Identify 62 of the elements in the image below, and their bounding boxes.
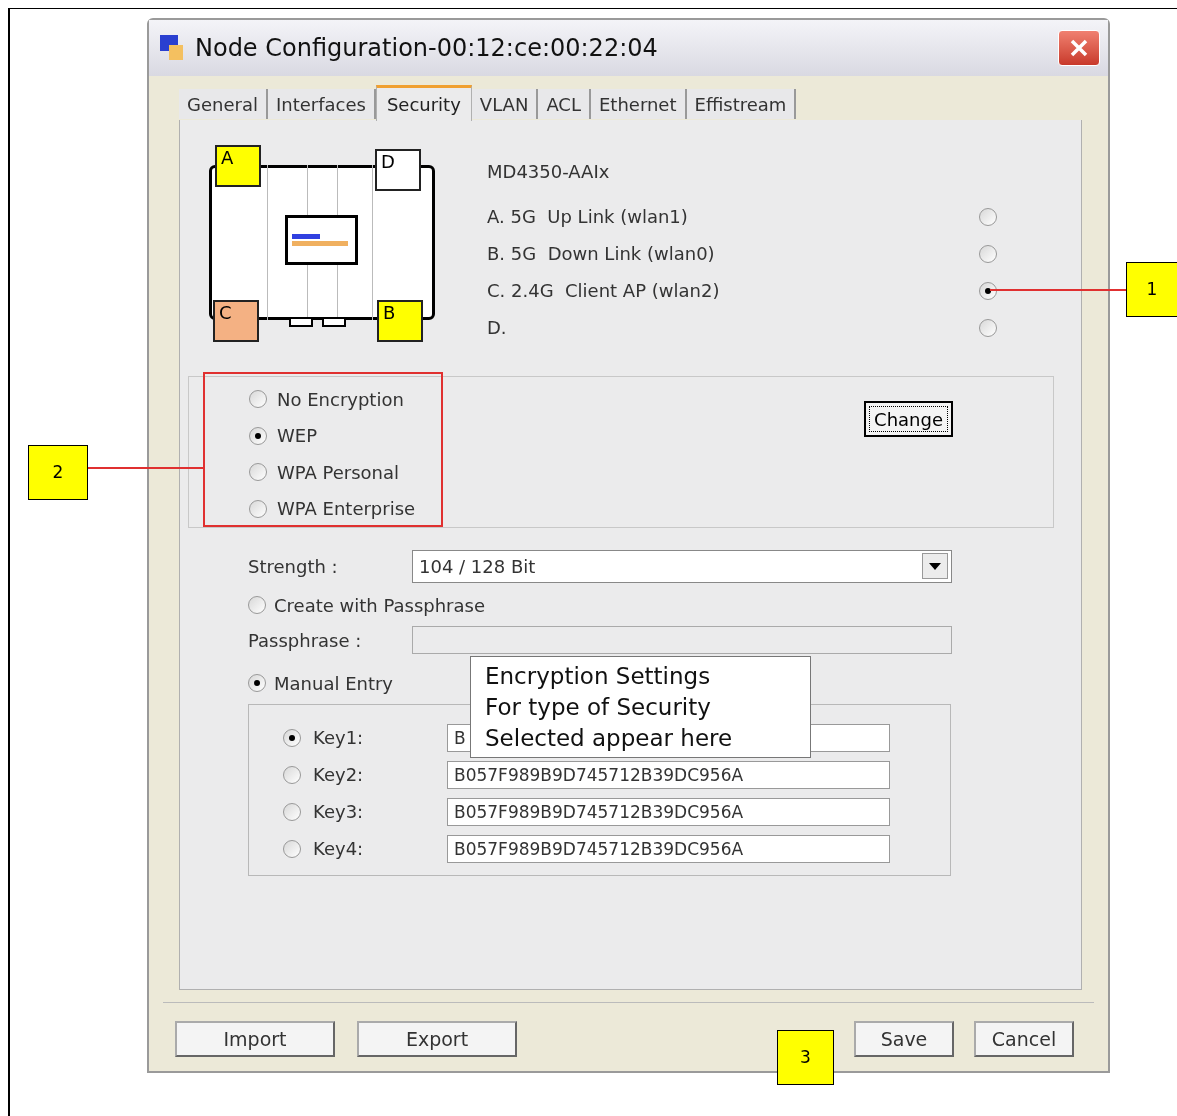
radio-button[interactable]: [283, 728, 301, 747]
key-label: Key3:: [313, 800, 365, 824]
tab[interactable]: Ethernet: [590, 89, 687, 119]
key-field[interactable]: B057F989B9D745712B39DC956A: [447, 760, 890, 789]
key-field[interactable]: B057F989B9D745712B39DC956A: [447, 797, 890, 826]
interface-label: A. 5G Up Link (wlan1): [487, 205, 689, 229]
passphrase-field[interactable]: [412, 626, 952, 654]
passphrase-label: Passphrase :: [248, 628, 363, 653]
close-icon: [1069, 38, 1089, 58]
note-text: Encryption Settings: [485, 661, 712, 691]
radio-button[interactable]: [249, 390, 267, 409]
option-label: Manual Entry: [274, 671, 394, 696]
dialog-button[interactable]: Export: [357, 1021, 517, 1057]
port-label: C: [213, 300, 259, 342]
tab[interactable]: General: [179, 89, 268, 119]
window-title: Node Configuration-00:12:ce:00:22:04: [195, 33, 658, 64]
option-label: No Encryption: [277, 387, 404, 412]
callout-label: 1: [1126, 262, 1177, 317]
close-button[interactable]: [1058, 30, 1100, 66]
key-label: Key4:: [313, 837, 365, 861]
radio-button[interactable]: [283, 839, 301, 858]
option-label: WPA Enterprise: [277, 497, 416, 522]
radio-button[interactable]: [249, 499, 267, 518]
dialog-button[interactable]: Cancel: [974, 1021, 1074, 1057]
callout-label: 3: [777, 1030, 834, 1085]
model-name: MD4350-AAIx: [487, 160, 611, 184]
tab[interactable]: VLAN: [471, 89, 539, 119]
radio-button[interactable]: [283, 802, 301, 821]
radio-button[interactable]: [249, 463, 267, 482]
dialog-button[interactable]: Import: [175, 1021, 335, 1057]
radio-button[interactable]: [979, 244, 997, 263]
key-label: Key2:: [313, 763, 365, 787]
change-button[interactable]: Change: [864, 401, 953, 437]
tab[interactable]: ACL: [538, 89, 591, 119]
tab[interactable]: Effistream: [686, 89, 797, 119]
radio-button[interactable]: [248, 596, 266, 614]
interface-label: D.: [487, 316, 508, 340]
option-label: Create with Passphrase: [274, 593, 485, 618]
strength-value: 104 / 128 Bit: [419, 554, 537, 579]
radio-button[interactable]: [249, 426, 267, 445]
radio-button[interactable]: [979, 318, 997, 337]
radio-button[interactable]: [283, 765, 301, 784]
radio-button[interactable]: [979, 207, 997, 226]
dialog-button[interactable]: Save: [854, 1021, 954, 1057]
key-field[interactable]: B057F989B9D745712B39DC956A: [447, 834, 890, 863]
option-label: WPA Personal: [277, 460, 400, 485]
radio-button[interactable]: [979, 281, 997, 300]
strength-label: Strength :: [248, 554, 339, 579]
key-label: Key1:: [313, 726, 365, 750]
tab[interactable]: Interfaces: [267, 89, 376, 119]
port-label: B: [377, 300, 423, 342]
interface-label: C. 2.4G Client AP (wlan2): [487, 279, 721, 303]
port-label: D: [375, 149, 421, 191]
port-label: A: [215, 145, 261, 187]
radio-button[interactable]: [248, 674, 266, 692]
callout-label: 2: [28, 445, 88, 500]
strength-dropdown[interactable]: 104 / 128 Bit: [412, 549, 952, 583]
interface-label: B. 5G Down Link (wlan0): [487, 242, 716, 266]
option-label: WEP: [277, 424, 318, 449]
note-text: Selected appear here: [485, 723, 734, 753]
tab[interactable]: Security: [375, 85, 472, 121]
note-text: For type of Security: [485, 692, 712, 722]
